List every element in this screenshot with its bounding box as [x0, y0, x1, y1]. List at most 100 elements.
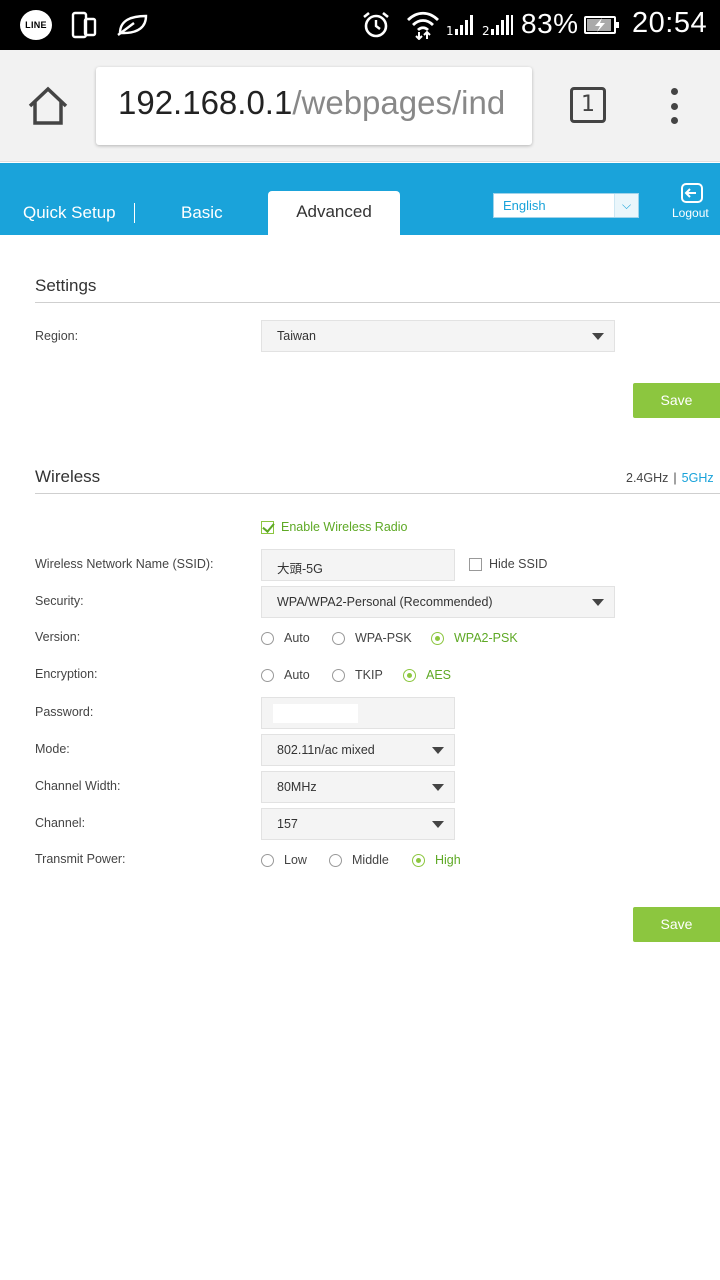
- svg-text:2: 2: [482, 24, 490, 37]
- url-bar[interactable]: 192.168.0.1/webpages/ind: [96, 67, 532, 145]
- wifi-icon: [406, 10, 440, 40]
- power-low-label: Low: [284, 853, 307, 867]
- settings-divider: [35, 302, 720, 303]
- tab-advanced[interactable]: Advanced: [268, 191, 400, 235]
- checkbox-checked-icon: [261, 520, 274, 534]
- caret-down-icon: [592, 599, 604, 606]
- channel-value: 157: [277, 817, 298, 831]
- region-value: Taiwan: [277, 329, 316, 343]
- overflow-menu-button[interactable]: [666, 88, 682, 124]
- hide-ssid-checkbox[interactable]: Hide SSID: [469, 557, 547, 571]
- band-switch: 2.4GHz | 5GHz: [626, 471, 714, 485]
- language-select[interactable]: English ⌵: [493, 193, 639, 218]
- mode-label: Mode:: [35, 742, 70, 756]
- encryption-radio-tkip[interactable]: TKIP: [332, 668, 383, 682]
- line-app-label: LINE: [25, 20, 47, 30]
- alarm-icon: [361, 10, 391, 40]
- channel-width-value: 80MHz: [277, 780, 317, 794]
- region-select[interactable]: Taiwan: [261, 320, 615, 352]
- nav-separator: [134, 203, 135, 223]
- radio-selected-icon: [412, 853, 425, 867]
- settings-section-title: Settings: [35, 276, 97, 295]
- router-nav-bar: Quick Setup Basic Advanced English ⌵ Log…: [0, 163, 720, 235]
- signal-icon: 1: [446, 10, 476, 40]
- mode-value: 802.11n/ac mixed: [277, 743, 375, 757]
- radio-icon: [332, 668, 345, 682]
- caret-down-icon: [432, 747, 444, 754]
- tab-quick-setup[interactable]: Quick Setup: [23, 203, 116, 223]
- radio-icon: [261, 853, 274, 867]
- battery-percent: 83%: [521, 8, 579, 39]
- clock: 20:54: [632, 7, 708, 39]
- checkbox-unchecked-icon: [469, 557, 482, 571]
- status-bar: LINE 1 2 83% 20:54: [0, 0, 720, 50]
- browser-toolbar: 192.168.0.1/webpages/ind 1: [0, 50, 720, 162]
- logout-icon[interactable]: [680, 181, 704, 205]
- version-label: Version:: [35, 630, 81, 644]
- version-wpa-psk-label: WPA-PSK: [355, 631, 412, 645]
- tab-switcher-button[interactable]: 1: [570, 87, 606, 123]
- radio-selected-icon: [431, 631, 444, 645]
- version-radio-wpa2-psk[interactable]: WPA2-PSK: [431, 631, 518, 645]
- password-input[interactable]: [261, 697, 455, 729]
- line-app-icon: LINE: [20, 10, 52, 40]
- language-value: English: [503, 198, 546, 213]
- svg-text:1: 1: [446, 24, 454, 37]
- home-button[interactable]: [26, 86, 70, 126]
- radio-icon: [261, 668, 274, 682]
- channel-select[interactable]: 157: [261, 808, 455, 840]
- band-5ghz-link[interactable]: 5GHz: [682, 471, 714, 485]
- radio-icon: [261, 631, 274, 645]
- tab-basic[interactable]: Basic: [181, 203, 223, 223]
- password-redaction: [273, 704, 358, 723]
- enable-wireless-checkbox[interactable]: Enable Wireless Radio: [261, 520, 407, 534]
- home-icon: [28, 86, 68, 125]
- caret-down-icon: [432, 784, 444, 791]
- dual-screen-icon: [70, 10, 98, 40]
- password-label: Password:: [35, 705, 94, 719]
- power-radio-low[interactable]: Low: [261, 853, 307, 867]
- band-separator: |: [673, 471, 677, 485]
- wireless-section-title: Wireless: [35, 467, 101, 486]
- leaf-icon: [114, 10, 150, 40]
- channel-label: Channel:: [35, 816, 86, 830]
- channel-width-label: Channel Width:: [35, 779, 121, 793]
- logout-label[interactable]: Logout: [672, 206, 709, 220]
- wireless-divider: [35, 493, 720, 494]
- signal-2-icon: 2: [482, 10, 514, 40]
- version-wpa2-psk-label: WPA2-PSK: [454, 631, 518, 645]
- security-select[interactable]: WPA/WPA2-Personal (Recommended): [261, 586, 615, 618]
- encryption-tkip-label: TKIP: [355, 668, 383, 682]
- ssid-label: Wireless Network Name (SSID):: [35, 557, 214, 571]
- settings-save-button[interactable]: Save: [633, 383, 720, 418]
- power-high-label: High: [435, 853, 461, 867]
- hide-ssid-label: Hide SSID: [489, 557, 548, 571]
- wireless-save-button[interactable]: Save: [633, 907, 720, 942]
- power-middle-label: Middle: [352, 853, 389, 867]
- caret-down-icon: [592, 333, 604, 340]
- channel-width-select[interactable]: 80MHz: [261, 771, 455, 803]
- version-auto-label: Auto: [284, 631, 310, 645]
- power-radio-middle[interactable]: Middle: [329, 853, 389, 867]
- chevron-down-icon: ⌵: [614, 194, 638, 217]
- encryption-radio-aes[interactable]: AES: [403, 668, 451, 682]
- enable-wireless-label: Enable Wireless Radio: [281, 520, 408, 534]
- encryption-label: Encryption:: [35, 667, 98, 681]
- encryption-aes-label: AES: [426, 668, 452, 682]
- transmit-power-label: Transmit Power:: [35, 852, 126, 866]
- security-label: Security:: [35, 594, 84, 608]
- mode-select[interactable]: 802.11n/ac mixed: [261, 734, 455, 766]
- version-radio-auto[interactable]: Auto: [261, 631, 310, 645]
- caret-down-icon: [432, 821, 444, 828]
- radio-icon: [329, 853, 342, 867]
- radio-icon: [332, 631, 345, 645]
- encryption-radio-auto[interactable]: Auto: [261, 668, 310, 682]
- radio-selected-icon: [403, 668, 416, 682]
- url-host: 192.168.0.1: [118, 84, 293, 121]
- battery-charging-icon: [584, 10, 620, 40]
- power-radio-high[interactable]: High: [412, 853, 461, 867]
- version-radio-wpa-psk[interactable]: WPA-PSK: [332, 631, 412, 645]
- encryption-auto-label: Auto: [284, 668, 310, 682]
- ssid-input[interactable]: 大頭-5G: [261, 549, 455, 581]
- band-24ghz-link[interactable]: 2.4GHz: [626, 471, 668, 485]
